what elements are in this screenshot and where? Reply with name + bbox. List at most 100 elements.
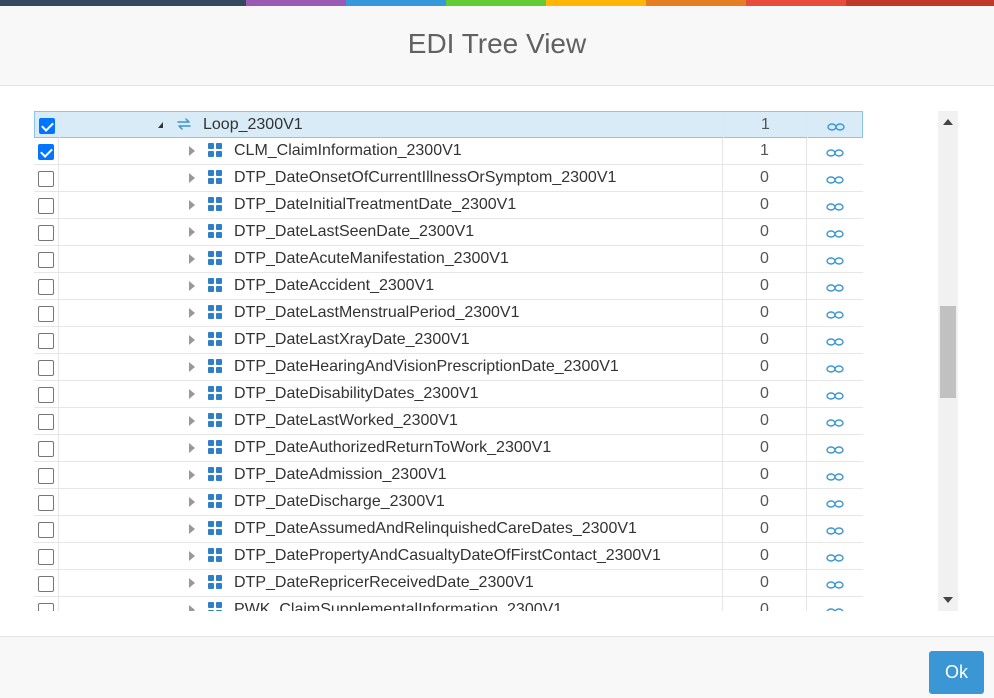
caret-right-icon[interactable] — [189, 389, 195, 399]
row-checkbox[interactable] — [38, 144, 54, 160]
caret-right-icon[interactable] — [189, 335, 195, 345]
row-label[interactable]: DTP_DateAcuteManifestation_2300V1 — [234, 250, 509, 268]
tree-row[interactable]: Loop_2300V1 1 — [34, 111, 863, 138]
row-checkbox[interactable] — [38, 333, 54, 349]
row-checkbox[interactable] — [38, 279, 54, 295]
link-icon[interactable] — [826, 307, 844, 319]
link-icon[interactable] — [827, 119, 845, 131]
link-icon[interactable] — [826, 523, 844, 535]
tree-row[interactable]: DTP_DateLastSeenDate_2300V1 0 — [34, 219, 863, 246]
tree-row[interactable]: DTP_DateDischarge_2300V1 0 — [34, 489, 863, 516]
caret-right-icon[interactable] — [189, 200, 195, 210]
row-checkbox[interactable] — [38, 576, 54, 592]
row-checkbox[interactable] — [38, 549, 54, 565]
caret-right-icon[interactable] — [189, 470, 195, 480]
caret-right-icon[interactable] — [189, 443, 195, 453]
caret-right-icon[interactable] — [189, 173, 195, 183]
link-icon[interactable] — [826, 442, 844, 454]
row-label[interactable]: DTP_DateRepricerReceivedDate_2300V1 — [234, 574, 534, 592]
caret-down-icon[interactable] — [158, 122, 163, 128]
row-label[interactable]: DTP_DateLastXrayDate_2300V1 — [234, 331, 470, 349]
caret-right-icon[interactable] — [189, 227, 195, 237]
caret-right-icon[interactable] — [189, 416, 195, 426]
tree-row[interactable]: DTP_DateLastMenstrualPeriod_2300V1 0 — [34, 300, 863, 327]
row-label[interactable]: PWK_ClaimSupplementalInformation_2300V1 — [234, 601, 562, 611]
row-label[interactable]: DTP_DateDischarge_2300V1 — [234, 493, 445, 511]
row-checkbox[interactable] — [38, 360, 54, 376]
tree-row[interactable]: DTP_DateAuthorizedReturnToWork_2300V1 0 — [34, 435, 863, 462]
tree-row[interactable]: DTP_DateAdmission_2300V1 0 — [34, 462, 863, 489]
tree-row[interactable]: DTP_DateAccident_2300V1 0 — [34, 273, 863, 300]
scroll-down-arrow-icon[interactable] — [943, 597, 953, 603]
tree-row[interactable]: DTP_DateHearingAndVisionPrescriptionDate… — [34, 354, 863, 381]
link-icon[interactable] — [826, 388, 844, 400]
row-label[interactable]: DTP_DateHearingAndVisionPrescriptionDate… — [234, 358, 619, 376]
tree-row[interactable]: DTP_DatePropertyAndCasualtyDateOfFirstCo… — [34, 543, 863, 570]
row-checkbox[interactable] — [38, 495, 54, 511]
link-icon[interactable] — [826, 604, 844, 611]
link-icon[interactable] — [826, 145, 844, 157]
link-icon[interactable] — [826, 280, 844, 292]
row-checkbox[interactable] — [39, 118, 55, 134]
link-icon[interactable] — [826, 550, 844, 562]
row-label[interactable]: DTP_DatePropertyAndCasualtyDateOfFirstCo… — [234, 547, 661, 565]
row-label[interactable]: DTP_DateOnsetOfCurrentIllnessOrSymptom_2… — [234, 169, 616, 187]
tree-row[interactable]: DTP_DateAssumedAndRelinquishedCareDates_… — [34, 516, 863, 543]
row-checkbox[interactable] — [38, 414, 54, 430]
caret-right-icon[interactable] — [189, 281, 195, 291]
tree-row[interactable]: DTP_DateAcuteManifestation_2300V1 0 — [34, 246, 863, 273]
link-icon[interactable] — [826, 496, 844, 508]
row-checkbox[interactable] — [38, 306, 54, 322]
tree-row[interactable]: DTP_DateOnsetOfCurrentIllnessOrSymptom_2… — [34, 165, 863, 192]
link-icon[interactable] — [826, 415, 844, 427]
link-icon[interactable] — [826, 199, 844, 211]
row-label[interactable]: DTP_DateLastWorked_2300V1 — [234, 412, 458, 430]
caret-right-icon[interactable] — [189, 605, 195, 611]
row-label[interactable]: CLM_ClaimInformation_2300V1 — [234, 142, 462, 160]
row-label[interactable]: DTP_DateAccident_2300V1 — [234, 277, 434, 295]
row-label[interactable]: DTP_DateInitialTreatmentDate_2300V1 — [234, 196, 516, 214]
link-icon[interactable] — [826, 577, 844, 589]
row-label[interactable]: DTP_DateLastMenstrualPeriod_2300V1 — [234, 304, 520, 322]
caret-right-icon[interactable] — [189, 146, 195, 156]
row-label[interactable]: DTP_DateAdmission_2300V1 — [234, 466, 447, 484]
row-checkbox[interactable] — [38, 468, 54, 484]
scroll-up-arrow-icon[interactable] — [943, 119, 953, 125]
caret-right-icon[interactable] — [189, 551, 195, 561]
row-checkbox[interactable] — [38, 522, 54, 538]
vertical-scrollbar[interactable] — [938, 111, 958, 611]
tree-row[interactable]: DTP_DateRepricerReceivedDate_2300V1 0 — [34, 570, 863, 597]
row-label[interactable]: DTP_DateDisabilityDates_2300V1 — [234, 385, 479, 403]
link-icon[interactable] — [826, 361, 844, 373]
row-checkbox[interactable] — [38, 171, 54, 187]
scroll-thumb[interactable] — [940, 306, 956, 398]
row-checkbox[interactable] — [38, 225, 54, 241]
row-checkbox[interactable] — [38, 387, 54, 403]
row-label[interactable]: DTP_DateAuthorizedReturnToWork_2300V1 — [234, 439, 551, 457]
row-checkbox[interactable] — [38, 603, 54, 611]
link-icon[interactable] — [826, 469, 844, 481]
tree-row[interactable]: DTP_DateLastWorked_2300V1 0 — [34, 408, 863, 435]
tree-row[interactable]: DTP_DateLastXrayDate_2300V1 0 — [34, 327, 863, 354]
row-checkbox[interactable] — [38, 441, 54, 457]
link-icon[interactable] — [826, 172, 844, 184]
row-label[interactable]: DTP_DateLastSeenDate_2300V1 — [234, 223, 474, 241]
caret-right-icon[interactable] — [189, 362, 195, 372]
ok-button[interactable]: Ok — [929, 651, 984, 694]
link-icon[interactable] — [826, 334, 844, 346]
row-checkbox[interactable] — [38, 198, 54, 214]
row-label[interactable]: Loop_2300V1 — [203, 116, 303, 134]
caret-right-icon[interactable] — [189, 524, 195, 534]
row-label[interactable]: DTP_DateAssumedAndRelinquishedCareDates_… — [234, 520, 637, 538]
link-icon[interactable] — [826, 226, 844, 238]
tree-row[interactable]: DTP_DateDisabilityDates_2300V1 0 — [34, 381, 863, 408]
caret-right-icon[interactable] — [189, 497, 195, 507]
caret-right-icon[interactable] — [189, 308, 195, 318]
tree-row[interactable]: PWK_ClaimSupplementalInformation_2300V1 0 — [34, 597, 863, 611]
caret-right-icon[interactable] — [189, 254, 195, 264]
caret-right-icon[interactable] — [189, 578, 195, 588]
tree-row[interactable]: CLM_ClaimInformation_2300V1 1 — [34, 138, 863, 165]
row-checkbox[interactable] — [38, 252, 54, 268]
tree-row[interactable]: DTP_DateInitialTreatmentDate_2300V1 0 — [34, 192, 863, 219]
link-icon[interactable] — [826, 253, 844, 265]
